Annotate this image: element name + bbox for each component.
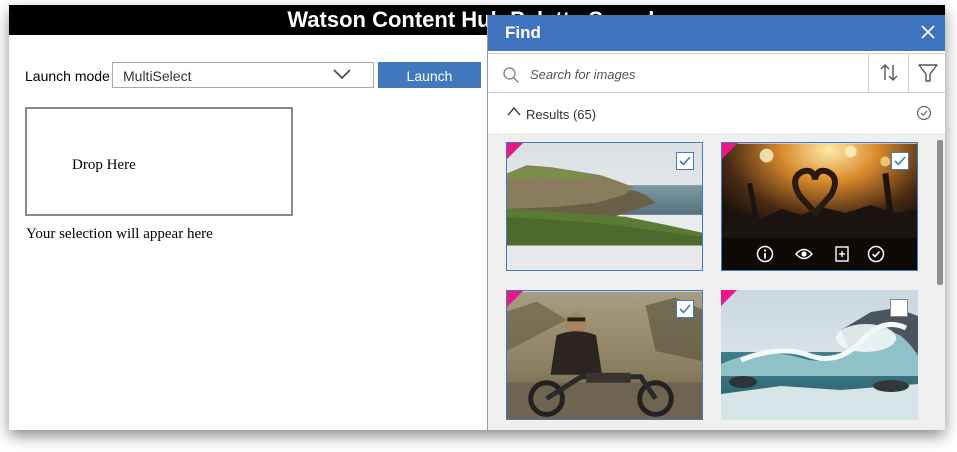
launch-palette-button[interactable]: Launch Palette [378, 62, 481, 110]
tile-action-bar [722, 238, 917, 270]
results-header[interactable]: Results (65) [488, 93, 945, 133]
search-input[interactable] [528, 62, 852, 86]
chevron-down-icon [333, 69, 351, 80]
result-tile-4[interactable] [721, 290, 918, 420]
add-to-collection-icon[interactable] [833, 245, 851, 263]
pink-corner-marker [507, 143, 523, 159]
select-all-check-icon[interactable] [916, 105, 932, 121]
info-icon[interactable] [756, 245, 774, 263]
launch-mode-select[interactable]: MultiSelect [112, 62, 374, 88]
search-icon [503, 67, 519, 83]
scrollbar-thumb[interactable] [937, 140, 943, 285]
cliffs-image [507, 143, 702, 246]
filter-button[interactable] [908, 54, 945, 92]
selection-output: Your selection will appear here [26, 226, 213, 242]
result-tile-3[interactable] [506, 290, 703, 420]
chevron-up-icon [507, 106, 521, 116]
drop-zone-label: Drop Here [72, 157, 136, 173]
tile-checkbox[interactable] [676, 300, 694, 318]
check-circle-icon[interactable] [867, 245, 885, 263]
pink-corner-marker [722, 143, 738, 159]
drop-zone[interactable]: Drop Here [25, 107, 293, 216]
tile-checkbox[interactable] [890, 299, 908, 317]
filter-icon [918, 64, 938, 82]
launch-mode-value: MultiSelect [123, 68, 192, 84]
result-tile-1[interactable] [506, 142, 703, 271]
search-bar [488, 53, 945, 93]
tile-checkbox[interactable] [676, 152, 694, 170]
pink-corner-marker [721, 290, 737, 306]
results-count: Results (65) [526, 107, 597, 122]
result-tile-2[interactable] [721, 142, 918, 271]
app-window: Watson Content Hub Palette Sample Launch… [9, 5, 945, 430]
find-palette: Find Results (65) [487, 15, 945, 430]
sort-icon [880, 64, 898, 81]
wave-image [721, 290, 918, 420]
motorcycle-image [507, 291, 702, 419]
sort-button[interactable] [868, 54, 908, 92]
palette-header: Find [488, 15, 945, 51]
eye-icon[interactable] [795, 245, 813, 263]
close-icon[interactable] [918, 22, 938, 42]
tile-checkbox[interactable] [891, 152, 909, 170]
palette-title: Find [505, 23, 541, 42]
pink-corner-marker [507, 291, 523, 307]
launch-mode-label: Launch mode : [25, 68, 118, 84]
